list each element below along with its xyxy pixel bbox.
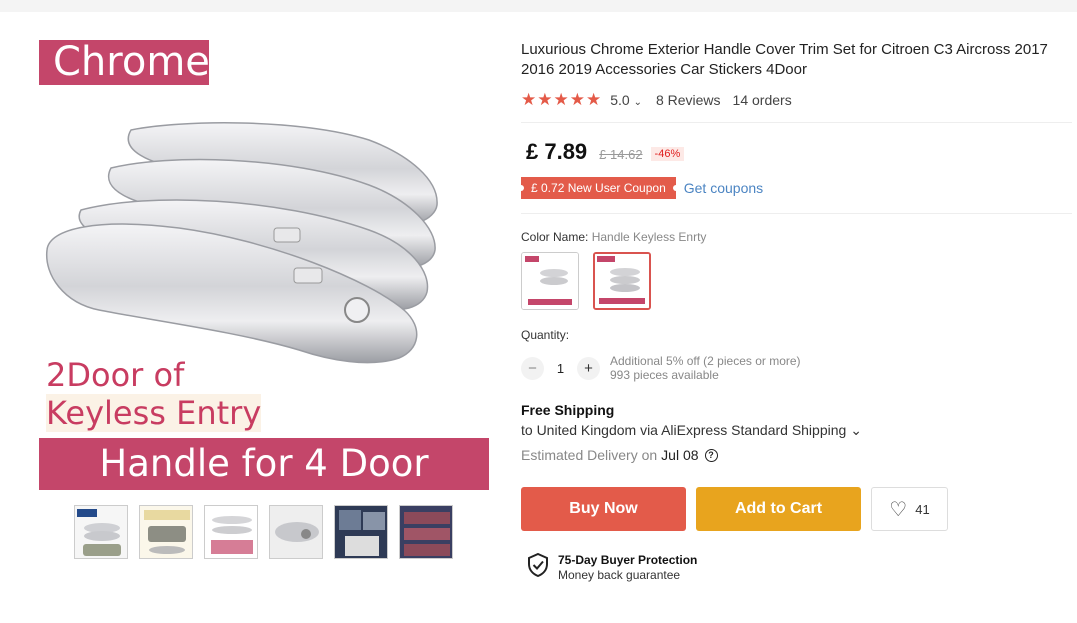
quantity-input[interactable]: 1 bbox=[544, 361, 577, 376]
handle-banner: Handle for 4 Door bbox=[39, 438, 489, 490]
eta-label: Estimated Delivery on bbox=[521, 447, 658, 463]
buy-now-button[interactable]: Buy Now bbox=[521, 487, 686, 531]
chevron-down-icon: ⌄ bbox=[633, 97, 642, 108]
orders-count: 14 orders bbox=[732, 92, 792, 108]
quantity-note: Additional 5% off (2 pieces or more) 993… bbox=[610, 354, 801, 382]
increase-quantity-button[interactable]: + bbox=[577, 356, 600, 380]
chrome-banner: Chrome bbox=[39, 40, 210, 85]
color-option-1[interactable] bbox=[521, 252, 579, 310]
eta-date: Jul 08 bbox=[661, 447, 699, 463]
thumbnail-strip bbox=[74, 505, 453, 559]
rating-stars: ★★★★★ bbox=[521, 90, 603, 109]
wishlist-count: 41 bbox=[915, 501, 930, 517]
shipping-title: Free Shipping bbox=[521, 402, 615, 418]
color-option-2-selected[interactable] bbox=[593, 252, 651, 310]
shield-check-icon bbox=[528, 553, 548, 577]
quantity-label: Quantity: bbox=[521, 328, 570, 342]
keyless-entry-caption: 2Door of Keyless Entry bbox=[46, 356, 262, 432]
bulk-discount-text: Additional 5% off (2 pieces or more) bbox=[610, 354, 801, 368]
thumbnail-6[interactable] bbox=[399, 505, 453, 559]
decrease-quantity-button[interactable]: − bbox=[521, 356, 544, 380]
discount-badge: -46% bbox=[650, 147, 685, 161]
quantity-stepper: − 1 + Additional 5% off (2 pieces or mor… bbox=[521, 354, 1072, 382]
thumbnail-1[interactable] bbox=[74, 505, 128, 559]
shipping-method-selector[interactable]: to United Kingdom via AliExpress Standar… bbox=[521, 422, 1072, 439]
stock-available-text: 993 pieces available bbox=[610, 368, 719, 382]
thumbnail-5[interactable] bbox=[334, 505, 388, 559]
current-price: £ 7.89 bbox=[526, 139, 588, 164]
estimated-delivery: Estimated Delivery on Jul 08 ? bbox=[521, 447, 1072, 463]
thumbnail-4[interactable] bbox=[269, 505, 323, 559]
protection-subtitle: Money back guarantee bbox=[558, 568, 681, 582]
color-name-label: Color Name: Handle Keyless Enrty bbox=[521, 230, 707, 244]
price-row: £ 7.89 £ 14.62 -46% bbox=[521, 139, 1072, 165]
product-title: Luxurious Chrome Exterior Handle Cover T… bbox=[521, 41, 1048, 78]
heart-icon: ♡ bbox=[889, 498, 908, 521]
color-swatches bbox=[521, 252, 1072, 310]
wishlist-button[interactable]: ♡ 41 bbox=[871, 487, 948, 531]
buyer-protection: 75-Day Buyer Protection Money back guara… bbox=[521, 553, 1072, 582]
rating-row: ★★★★★ 5.0 ⌄ 8 Reviews 14 orders bbox=[521, 90, 1072, 110]
new-user-coupon[interactable]: £ 0.72 New User Coupon bbox=[518, 177, 679, 199]
divider bbox=[521, 213, 1072, 214]
thumbnail-3[interactable] bbox=[204, 505, 258, 559]
keyless-line1: 2Door of bbox=[46, 356, 185, 394]
thumbnail-2[interactable] bbox=[139, 505, 193, 559]
top-bar bbox=[0, 0, 1077, 12]
original-price: £ 14.62 bbox=[599, 147, 643, 162]
reviews-link[interactable]: 8 Reviews bbox=[656, 92, 721, 108]
coupon-row: £ 0.72 New User Coupon Get coupons bbox=[518, 177, 1072, 199]
help-icon[interactable]: ? bbox=[704, 448, 718, 462]
add-to-cart-button[interactable]: Add to Cart bbox=[696, 487, 861, 531]
protection-title: 75-Day Buyer Protection bbox=[558, 553, 698, 567]
keyless-line2: Keyless Entry bbox=[46, 394, 262, 432]
purchase-actions: Buy Now Add to Cart ♡ 41 bbox=[521, 487, 1072, 531]
get-coupons-link[interactable]: Get coupons bbox=[684, 180, 763, 196]
main-product-image[interactable]: Chrome 2Door of Keyless Entry Handle for… bbox=[39, 40, 489, 490]
divider bbox=[521, 122, 1072, 123]
color-name-value: Handle Keyless Enrty bbox=[591, 230, 707, 244]
product-info-panel: Luxurious Chrome Exterior Handle Cover T… bbox=[518, 40, 1072, 582]
rating-value[interactable]: 5.0 ⌄ bbox=[610, 92, 642, 108]
